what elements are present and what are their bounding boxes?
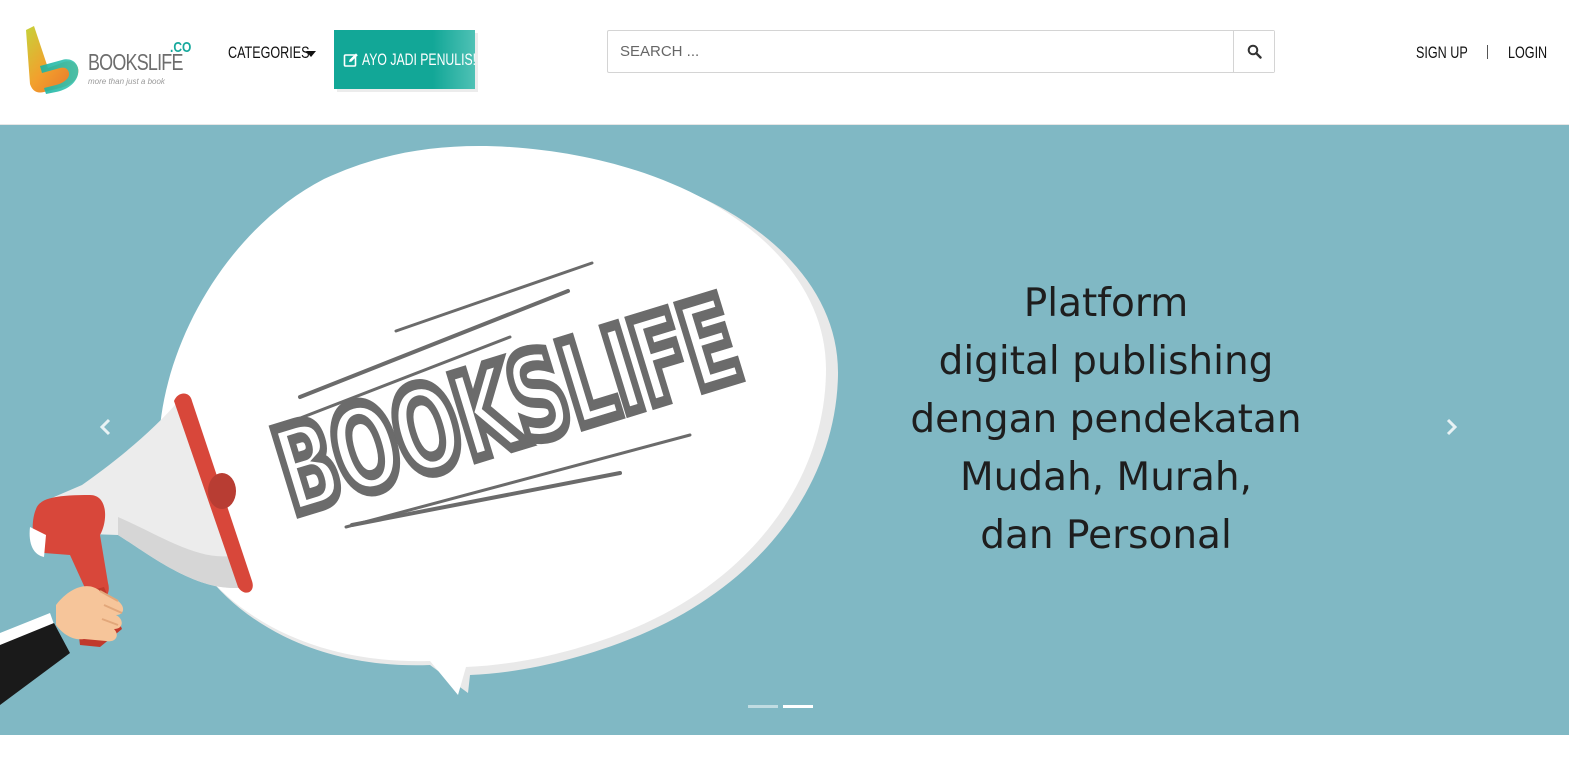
become-writer-button[interactable]: AYO JADI PENULIS! (334, 30, 477, 89)
logo-wordmark: BOOKSLIFE (88, 49, 183, 75)
logo-mark-icon (26, 26, 79, 94)
categories-label: CATEGORIES (228, 43, 310, 62)
search-input[interactable] (608, 31, 1234, 72)
megaphone-illustration: BOOKSLIFE (0, 146, 839, 705)
auth-divider (1487, 45, 1488, 59)
hero-tagline-line: Platform (1023, 281, 1189, 326)
hero-tagline: Platform digital publishing dengan pende… (900, 275, 1312, 565)
chevron-left-icon (99, 418, 111, 436)
login-link[interactable]: LOGIN (1508, 40, 1561, 66)
hero-tagline-line: Mudah, Murah, (960, 455, 1252, 500)
carousel-indicator-2[interactable] (783, 705, 813, 708)
logo-tagline: more than just a book (88, 77, 165, 86)
edit-icon (343, 52, 358, 67)
login-label: LOGIN (1508, 43, 1548, 62)
chevron-right-icon (1446, 418, 1458, 436)
categories-dropdown[interactable]: CATEGORIES (228, 40, 316, 66)
logo-suffix: .CO (170, 39, 192, 56)
bookslife-logo[interactable]: BOOKSLIFE .CO more than just a book (20, 22, 195, 98)
carousel-next-button[interactable] (1439, 415, 1463, 439)
site-header: BOOKSLIFE .CO more than just a book CATE… (0, 0, 1569, 125)
carousel-indicators (748, 705, 813, 708)
signup-link[interactable]: SIGN UP (1416, 40, 1486, 66)
carousel-prev-button[interactable] (94, 415, 118, 439)
become-writer-label: AYO JADI PENULIS! (362, 49, 477, 69)
search-button[interactable] (1233, 31, 1274, 72)
hero-tagline-line: dan Personal (980, 513, 1232, 558)
hero-carousel: BOOKSLIFE Platform digital publishing de… (0, 125, 1569, 735)
carousel-indicator-1[interactable] (748, 705, 778, 708)
search-icon (1247, 44, 1262, 59)
hero-tagline-line: digital publishing (938, 339, 1274, 384)
hero-tagline-line: dengan pendekatan (910, 397, 1302, 442)
signup-label: SIGN UP (1416, 43, 1468, 62)
search-bar (607, 30, 1275, 73)
